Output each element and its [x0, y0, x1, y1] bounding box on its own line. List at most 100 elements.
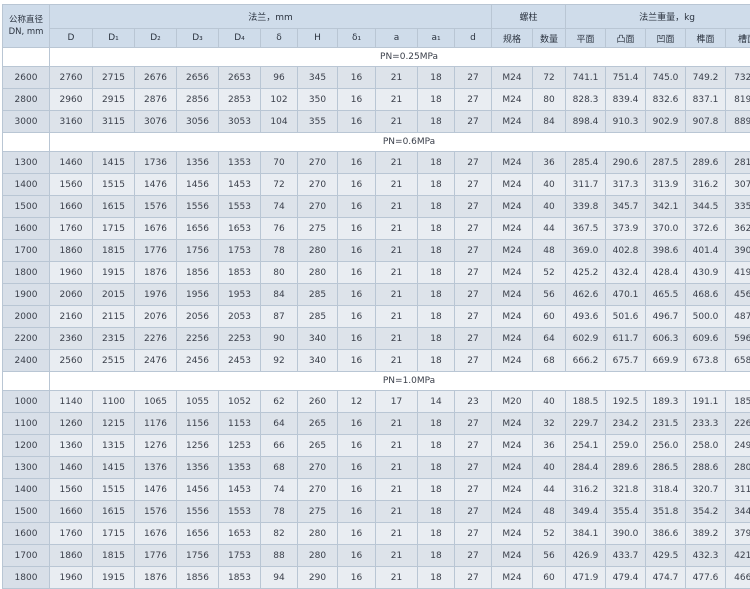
table-cell: 1065 — [135, 391, 177, 413]
table-cell: 1553 — [219, 196, 261, 218]
column-header: a — [376, 29, 418, 48]
table-cell: 1615 — [93, 196, 135, 218]
table-cell: 256.0 — [646, 435, 686, 457]
table-cell: 66 — [261, 435, 298, 457]
table-cell: 496.7 — [646, 306, 686, 328]
table-cell: 270 — [298, 174, 338, 196]
table-cell: 27 — [455, 306, 492, 328]
table-cell: 819.5 — [726, 89, 750, 111]
table-cell: 1760 — [50, 218, 93, 240]
nominal-diameter-cell: 1900 — [3, 284, 50, 306]
header-bolt-group: 螺柱 — [492, 5, 566, 29]
table-cell: 270 — [298, 152, 338, 174]
table-cell: 27 — [455, 262, 492, 284]
table-cell: 2476 — [135, 350, 177, 372]
table-row: 1400156015151476145614537427016211827M24… — [3, 479, 750, 501]
table-cell: 275 — [298, 218, 338, 240]
table-cell: 898.4 — [566, 111, 606, 133]
table-cell: 2856 — [177, 89, 219, 111]
table-cell: 465.5 — [646, 284, 686, 306]
table-cell: 18 — [418, 174, 455, 196]
table-cell: 611.7 — [606, 328, 646, 350]
table-cell: 286.5 — [646, 457, 686, 479]
table-cell: 21 — [376, 152, 418, 174]
table-cell: 340 — [298, 350, 338, 372]
table-cell: 1676 — [135, 218, 177, 240]
table-cell: 839.4 — [606, 89, 646, 111]
table-cell: 606.3 — [646, 328, 686, 350]
nominal-diameter-cell: 1800 — [3, 262, 50, 284]
table-cell: 313.9 — [646, 174, 686, 196]
table-cell: 17 — [376, 391, 418, 413]
table-cell: 280 — [298, 523, 338, 545]
table-cell: 27 — [455, 218, 492, 240]
table-cell: 354.2 — [686, 501, 726, 523]
table-cell: 1476 — [135, 174, 177, 196]
table-cell: 2853 — [219, 89, 261, 111]
column-header: 平面 — [566, 29, 606, 48]
table-cell: 832.6 — [646, 89, 686, 111]
table-cell: 21 — [376, 523, 418, 545]
table-cell: 379.0 — [726, 523, 750, 545]
table-cell: 1052 — [219, 391, 261, 413]
table-cell: 609.6 — [686, 328, 726, 350]
table-cell: 335.0 — [726, 196, 750, 218]
table-cell: 1953 — [219, 284, 261, 306]
column-header: d — [455, 29, 492, 48]
table-cell: 27 — [455, 457, 492, 479]
table-cell: 16 — [338, 152, 376, 174]
table-cell: 2453 — [219, 350, 261, 372]
table-cell: 27 — [455, 413, 492, 435]
table-cell: 1415 — [93, 152, 135, 174]
table-cell: 82 — [261, 523, 298, 545]
table-cell: 367.5 — [566, 218, 606, 240]
table-cell: 2960 — [50, 89, 93, 111]
table-cell: 2315 — [93, 328, 135, 350]
table-cell: 44 — [533, 218, 566, 240]
table-cell: 673.8 — [686, 350, 726, 372]
table-cell: 21 — [376, 479, 418, 501]
table-cell: 16 — [338, 111, 376, 133]
table-cell: 732.9 — [726, 67, 750, 89]
header-flange-group: 法兰，mm — [50, 5, 492, 29]
flange-spec-table: 公称直径DN, mm 法兰，mm 螺柱 法兰重量，kg DD₁D₂D₃D₄δHδ… — [2, 4, 750, 589]
table-cell: M24 — [492, 545, 533, 567]
table-cell: 500.0 — [686, 306, 726, 328]
table-cell: M24 — [492, 89, 533, 111]
table-cell: 1256 — [177, 435, 219, 457]
column-header: 规格 — [492, 29, 533, 48]
table-cell: 60 — [533, 306, 566, 328]
section-spacer — [3, 372, 50, 391]
table-row: 30003160311530763056305310435516211827M2… — [3, 111, 750, 133]
table-cell: 188.5 — [566, 391, 606, 413]
table-cell: 2256 — [177, 328, 219, 350]
table-cell: 1776 — [135, 545, 177, 567]
column-header: D₄ — [219, 29, 261, 48]
table-cell: 1100 — [93, 391, 135, 413]
table-cell: 284.4 — [566, 457, 606, 479]
table-cell: 433.7 — [606, 545, 646, 567]
table-cell: 468.6 — [686, 284, 726, 306]
table-cell: 1360 — [50, 435, 93, 457]
table-cell: 1453 — [219, 479, 261, 501]
table-cell: 231.5 — [646, 413, 686, 435]
table-cell: 421.5 — [726, 545, 750, 567]
table-cell: 27 — [455, 152, 492, 174]
table-cell: 1960 — [50, 262, 93, 284]
table-cell: 40 — [533, 174, 566, 196]
table-cell: 72 — [533, 67, 566, 89]
table-cell: M24 — [492, 435, 533, 457]
table-cell: M24 — [492, 284, 533, 306]
table-cell: 910.3 — [606, 111, 646, 133]
table-cell: 44 — [533, 479, 566, 501]
table-cell: M24 — [492, 457, 533, 479]
table-cell: 27 — [455, 328, 492, 350]
table-cell: M24 — [492, 501, 533, 523]
column-header: H — [298, 29, 338, 48]
table-cell: 21 — [376, 262, 418, 284]
table-cell: 902.9 — [646, 111, 686, 133]
table-cell: 84 — [533, 111, 566, 133]
table-cell: 289.6 — [606, 457, 646, 479]
table-cell: 21 — [376, 350, 418, 372]
table-cell: 470.1 — [606, 284, 646, 306]
